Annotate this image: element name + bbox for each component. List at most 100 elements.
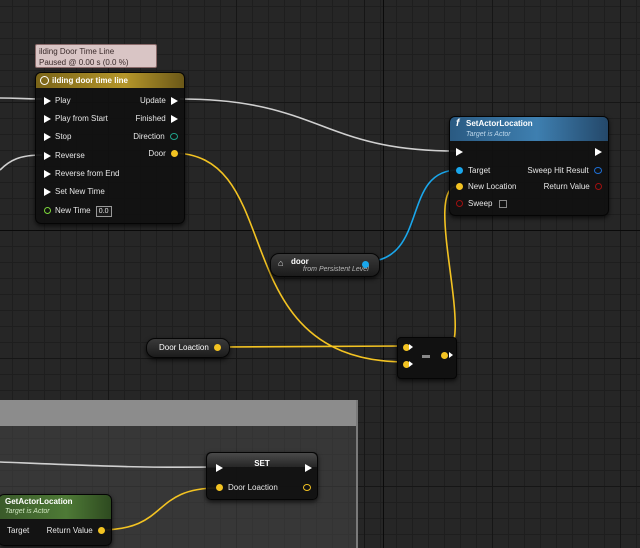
exec-pin-icon xyxy=(44,169,51,178)
exec-pin-icon xyxy=(44,187,51,196)
timeline-node-title: ilding door time line xyxy=(52,76,128,85)
pin-label: Set New Time xyxy=(55,187,105,196)
pin-set-new-time[interactable]: Set New Time xyxy=(44,187,105,197)
door-reference-node[interactable]: ⌂ door from Persistent Level xyxy=(270,253,380,277)
exec-pin-icon xyxy=(305,463,312,472)
get-actor-location-header[interactable]: GetActorLocation Target is Actor xyxy=(0,495,111,519)
home-icon: ⌂ xyxy=(278,258,284,268)
timeline-node[interactable]: ilding door time line Play Play from Sta… xyxy=(35,72,185,224)
pin-play-from-start[interactable]: Play from Start xyxy=(44,114,108,124)
bool-pin-icon xyxy=(456,200,463,208)
object-pin-icon[interactable] xyxy=(362,261,369,268)
exec-pin-icon xyxy=(456,147,463,156)
pin-sweep[interactable]: Sweep xyxy=(456,199,507,209)
new-time-input[interactable]: 0.0 xyxy=(95,206,112,217)
pin-label: New Time xyxy=(55,206,91,215)
pin-label: Door Loaction xyxy=(228,483,278,492)
pin-play[interactable]: Play xyxy=(44,96,71,106)
exec-pin-icon xyxy=(171,96,178,105)
set-exec-out[interactable] xyxy=(305,463,312,473)
pin-label: Target xyxy=(468,166,491,175)
pin-label: Stop xyxy=(55,132,72,141)
grid-axis-horizontal xyxy=(0,230,640,231)
arrow-icon xyxy=(409,361,413,367)
pin-label: Direction xyxy=(133,132,165,141)
tooltip-line-2: Paused @ 0.00 s (0.0 %) xyxy=(39,58,129,67)
pin-label: Reverse from End xyxy=(55,169,120,178)
pin-label: Play xyxy=(55,96,71,105)
sweep-checkbox[interactable] xyxy=(498,199,507,208)
comment-title-bar[interactable] xyxy=(0,400,356,426)
arrow-icon xyxy=(449,352,453,358)
pin-reverse-from-end[interactable]: Reverse from End xyxy=(44,169,119,179)
set-actor-location-subtitle: Target is Actor xyxy=(466,131,511,138)
exec-pin-icon xyxy=(216,463,223,472)
pin-stop[interactable]: Stop xyxy=(44,132,71,142)
exec-pin-icon xyxy=(44,151,51,160)
add-operator-icon xyxy=(422,355,430,358)
clock-icon xyxy=(40,76,49,85)
enum-pin-icon xyxy=(170,133,178,141)
set-variable-node[interactable]: SET Door Loaction xyxy=(206,452,318,500)
set-actor-location-title: SetActorLocation xyxy=(466,119,533,128)
pin-label: New Location xyxy=(468,182,517,191)
vector-add-node[interactable] xyxy=(397,337,457,379)
exec-pin-icon xyxy=(171,114,178,123)
door-reference-subtitle: from Persistent Level xyxy=(303,266,369,273)
exec-pin-icon xyxy=(44,114,51,123)
door-loaction-variable-node[interactable]: Door Loaction xyxy=(146,338,230,358)
vector-pin-icon[interactable] xyxy=(441,352,448,359)
set-actor-location-header[interactable]: f SetActorLocation Target is Actor xyxy=(450,117,608,141)
vector-pin-icon xyxy=(216,484,223,492)
pin-exec-in[interactable] xyxy=(456,147,467,157)
function-icon: f xyxy=(456,118,460,129)
vector-pin-icon xyxy=(456,183,463,191)
pin-label: Update xyxy=(139,96,166,105)
timeline-status-tooltip: ilding Door Time Line Paused @ 0.00 s (0… xyxy=(35,44,157,68)
exec-pin-icon xyxy=(595,147,602,156)
bool-pin-icon xyxy=(595,183,602,191)
pin-door[interactable]: Door xyxy=(148,149,178,159)
exec-pin-icon xyxy=(44,96,51,105)
vector-pin-icon[interactable] xyxy=(214,344,221,351)
pin-label: Door xyxy=(148,149,166,158)
vector-pin-icon xyxy=(98,527,105,535)
set-exec-in[interactable] xyxy=(216,463,227,473)
pin-sweep-hit-result[interactable]: Sweep Hit Result xyxy=(527,166,602,176)
pin-label: Sweep xyxy=(468,199,493,208)
get-actor-location-title: GetActorLocation xyxy=(5,497,73,506)
pin-return-value[interactable]: Return Value xyxy=(544,182,602,192)
pin-new-location[interactable]: New Location xyxy=(456,182,516,192)
timeline-node-header[interactable]: ilding door time line xyxy=(36,73,184,88)
vector-pin-icon xyxy=(171,150,178,158)
arrow-icon xyxy=(409,344,413,350)
pin-exec-out[interactable] xyxy=(595,147,602,157)
pin-label: Target xyxy=(7,526,30,535)
pin-door-loaction[interactable]: Door Loaction xyxy=(216,483,278,493)
pin-update[interactable]: Update xyxy=(140,96,178,106)
float-pin-icon xyxy=(44,207,51,215)
grid-axis-vertical xyxy=(383,0,384,548)
pin-get-target[interactable]: Target xyxy=(7,526,29,536)
tooltip-line-1: ilding Door Time Line xyxy=(39,47,115,56)
get-actor-location-subtitle: Target is Actor xyxy=(5,508,50,515)
door-loaction-label: Door Loaction xyxy=(159,343,209,352)
pin-label: Finished xyxy=(135,114,166,123)
get-actor-location-node[interactable]: GetActorLocation Target is Actor Target … xyxy=(0,494,112,546)
struct-pin-icon xyxy=(594,167,602,175)
door-reference-title: door xyxy=(291,257,309,266)
exec-pin-icon xyxy=(44,132,51,141)
set-output-pin[interactable] xyxy=(303,483,311,493)
pin-get-return-value[interactable]: Return Value xyxy=(47,526,105,536)
pin-reverse[interactable]: Reverse xyxy=(44,151,85,161)
pin-label: Return Value xyxy=(46,526,93,535)
vector-pin-icon xyxy=(303,484,311,492)
pin-finished[interactable]: Finished xyxy=(136,114,178,124)
pin-direction[interactable]: Direction xyxy=(133,132,178,142)
pin-label: Return Value xyxy=(543,182,590,191)
pin-target[interactable]: Target xyxy=(456,166,490,176)
pin-label: Sweep Hit Result xyxy=(527,166,589,175)
object-pin-icon xyxy=(456,167,463,175)
set-actor-location-node[interactable]: f SetActorLocation Target is Actor Targe… xyxy=(449,116,609,216)
pin-new-time[interactable]: New Time 0.0 xyxy=(44,206,112,217)
